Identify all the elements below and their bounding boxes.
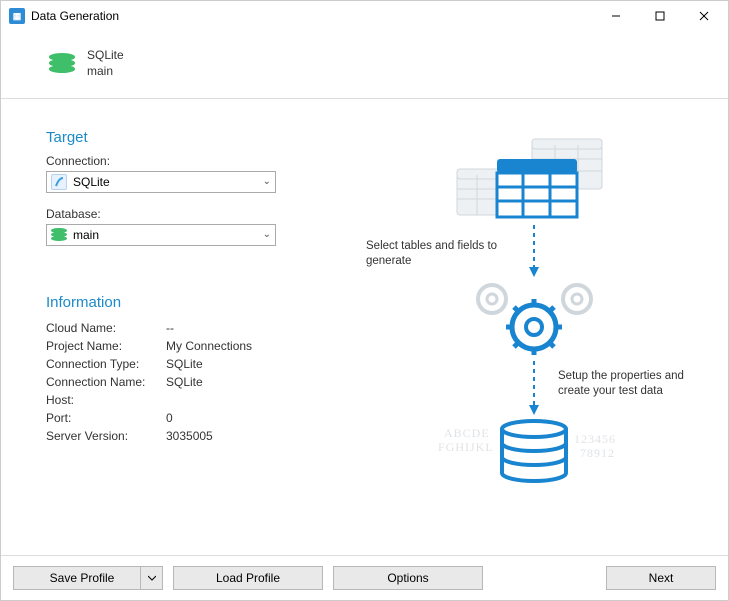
titlebar: ▦ Data Generation: [1, 1, 728, 31]
header-database: main: [87, 63, 124, 79]
connection-value: SQLite: [73, 175, 110, 189]
header-connection: SQLite main: [1, 31, 728, 99]
caption-setup-properties: Setup the properties and create your tes…: [558, 369, 698, 399]
maximize-button[interactable]: [638, 2, 682, 30]
load-profile-button[interactable]: Load Profile: [173, 566, 323, 590]
info-key: Cloud Name:: [46, 319, 166, 337]
info-key: Server Version:: [46, 427, 166, 445]
footer-toolbar: Save Profile Load Profile Options Next: [1, 555, 728, 600]
options-label: Options: [387, 571, 428, 585]
info-row: Port:0: [46, 409, 366, 427]
info-key: Port:: [46, 409, 166, 427]
save-profile-button[interactable]: Save Profile: [13, 566, 163, 590]
info-key: Host:: [46, 391, 166, 409]
svg-text:FGHIJKL: FGHIJKL: [438, 440, 494, 454]
info-value: My Connections: [166, 337, 252, 355]
info-value: 0: [166, 409, 173, 427]
target-title: Target: [46, 129, 366, 146]
information-table: Cloud Name:--Project Name:My Connections…: [46, 319, 366, 445]
svg-text:78912: 78912: [580, 446, 615, 460]
info-key: Project Name:: [46, 337, 166, 355]
minimize-button[interactable]: [594, 2, 638, 30]
database-icon: [51, 228, 67, 242]
app-icon: ▦: [9, 8, 25, 24]
chevron-down-icon: ⌄: [263, 229, 271, 240]
sqlite-icon: [51, 174, 67, 190]
info-key: Connection Name:: [46, 373, 166, 391]
load-profile-label: Load Profile: [216, 571, 280, 585]
information-title: Information: [46, 294, 366, 311]
next-button[interactable]: Next: [606, 566, 716, 590]
info-row: Host:: [46, 391, 366, 409]
workflow-illustration: ABCDE FGHIJKL 123456 78912: [382, 129, 672, 499]
chevron-down-icon: ⌄: [263, 176, 271, 187]
info-row: Cloud Name:--: [46, 319, 366, 337]
connection-combo[interactable]: SQLite ⌄: [46, 171, 276, 193]
caption-select-tables: Select tables and fields to generate: [366, 239, 506, 269]
info-row: Server Version:3035005: [46, 427, 366, 445]
info-value: 3035005: [166, 427, 213, 445]
save-profile-label: Save Profile: [50, 571, 115, 585]
svg-text:ABCDE: ABCDE: [444, 426, 490, 440]
illustration-panel: Select tables and fields to generate Set…: [366, 129, 688, 539]
info-row: Project Name:My Connections: [46, 337, 366, 355]
info-key: Connection Type:: [46, 355, 166, 373]
info-row: Connection Name:SQLite: [46, 373, 366, 391]
database-icon: [49, 53, 75, 73]
database-combo[interactable]: main ⌄: [46, 224, 276, 246]
close-button[interactable]: [682, 2, 726, 30]
info-value: SQLite: [166, 373, 203, 391]
info-value: --: [166, 319, 174, 337]
info-value: SQLite: [166, 355, 203, 373]
header-driver: SQLite: [87, 47, 124, 63]
connection-label: Connection:: [46, 154, 366, 168]
database-value: main: [73, 228, 99, 242]
save-profile-dropdown[interactable]: [140, 567, 162, 589]
next-label: Next: [649, 571, 674, 585]
window-title: Data Generation: [31, 9, 594, 23]
database-label: Database:: [46, 207, 366, 221]
info-row: Connection Type:SQLite: [46, 355, 366, 373]
options-button[interactable]: Options: [333, 566, 483, 590]
svg-text:123456: 123456: [574, 432, 616, 446]
